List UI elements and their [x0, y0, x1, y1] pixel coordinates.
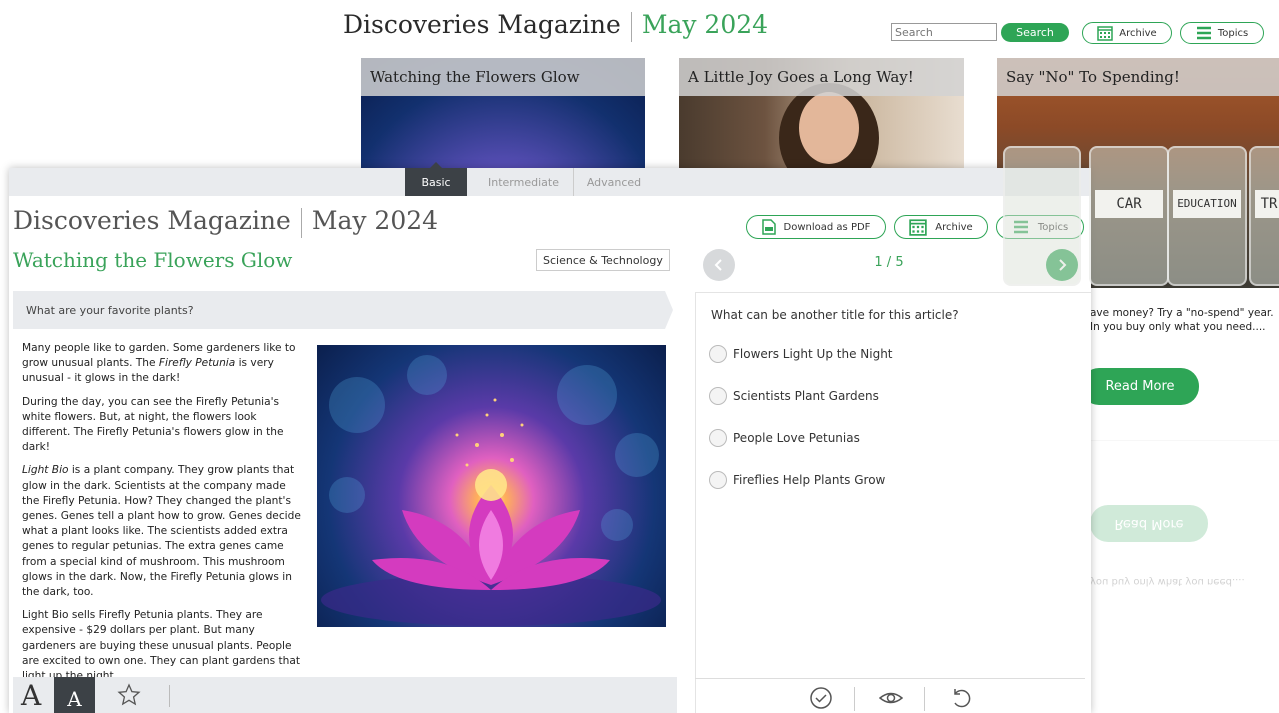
- card-title: Say "No" To Spending!: [997, 58, 1279, 96]
- archive-label: Archive: [1119, 27, 1157, 39]
- previous-question-button[interactable]: [703, 249, 735, 281]
- article-paragraph: Light Bio is a plant company. They grow …: [22, 463, 305, 600]
- article-paragraph: Light Bio sells Firefly Petunia plants. …: [22, 609, 300, 682]
- option-label: People Love Petunias: [733, 431, 860, 445]
- tab-intermediate[interactable]: Intermediate: [474, 168, 574, 196]
- eye-icon[interactable]: [879, 686, 903, 710]
- article-panel: Basic Intermediate Advanced Discoveries …: [9, 162, 1091, 713]
- reading-toolbar: A A: [13, 677, 677, 713]
- undo-icon[interactable]: [949, 686, 973, 710]
- answer-option[interactable]: People Love Petunias: [709, 429, 860, 447]
- quiz-question: What can be another title for this artic…: [711, 308, 959, 322]
- background-brand: Discoveries Magazine May 2024: [343, 10, 768, 42]
- read-more-button[interactable]: Read More: [1081, 368, 1199, 405]
- tab-basic[interactable]: Basic: [405, 162, 467, 196]
- check-circle-icon[interactable]: [809, 686, 833, 710]
- download-pdf-button[interactable]: Download as PDF: [746, 215, 886, 239]
- background-topics-button[interactable]: Topics: [1180, 22, 1264, 44]
- panel-column-divider: [695, 292, 696, 713]
- text-span: is a plant company. They grow plants tha…: [22, 464, 301, 599]
- tool-divider: [854, 687, 855, 711]
- reflection-text: you buy only what you need....: [1090, 576, 1245, 587]
- question-counter: 1 / 5: [874, 255, 904, 270]
- menu-icon: [1196, 26, 1211, 40]
- lotus-illustration: [321, 355, 661, 626]
- jar-education: EDUCATION: [1167, 146, 1247, 286]
- tab-advanced[interactable]: Advanced: [579, 168, 649, 196]
- card-summary: ave money? Try a "no-spend" year. In you…: [1090, 307, 1274, 333]
- option-label: Flowers Light Up the Night: [733, 347, 893, 361]
- search-button[interactable]: Search: [1001, 23, 1069, 42]
- topics-label: Topics: [1217, 27, 1249, 39]
- calendar-icon: [1097, 26, 1114, 41]
- pdf-icon: [761, 219, 776, 235]
- radio-button[interactable]: [709, 387, 727, 405]
- tool-divider: [924, 687, 925, 711]
- brand-divider: [630, 11, 632, 42]
- archive-button[interactable]: Archive: [894, 215, 988, 239]
- jar-label: TR: [1255, 190, 1279, 218]
- brand-divider: [300, 207, 302, 238]
- discussion-prompt: What are your favorite plants?: [13, 291, 673, 329]
- calendar-icon: [909, 219, 927, 236]
- font-size-small-button[interactable]: A: [54, 677, 95, 713]
- jar-car: CAR: [1089, 146, 1169, 286]
- quiz-divider: [695, 292, 1091, 293]
- pdf-label: Download as PDF: [783, 221, 871, 233]
- article-paragraph: Many people like to garden. Some gardene…: [22, 341, 305, 387]
- article-image-lotus: [317, 345, 666, 627]
- background-header: Discoveries Magazine May 2024 Search Arch…: [0, 0, 1279, 56]
- article-body: Many people like to garden. Some gardene…: [22, 341, 305, 692]
- panel-brand-name: Discoveries Magazine: [13, 206, 291, 235]
- category-tag[interactable]: Science & Technology: [536, 249, 670, 271]
- background-brand-name: Discoveries Magazine: [343, 10, 621, 39]
- jar-label: EDUCATION: [1173, 190, 1241, 218]
- answer-option[interactable]: Fireflies Help Plants Grow: [709, 471, 885, 489]
- font-size-large-button[interactable]: A: [21, 679, 41, 712]
- panel-brand: Discoveries Magazine May 2024: [13, 206, 438, 238]
- background-issue: May 2024: [641, 10, 769, 39]
- reflection-read-more: Read More: [1090, 505, 1208, 542]
- prompt-text: What are your favorite plants?: [26, 303, 194, 317]
- reflection: Read More you buy only what you need....: [1090, 440, 1279, 620]
- jar-label: CAR: [1095, 190, 1163, 218]
- jar-left: [1003, 146, 1081, 286]
- chevron-left-icon: [714, 259, 722, 271]
- article-title: Watching the Flowers Glow: [13, 248, 293, 272]
- radio-button[interactable]: [709, 345, 727, 363]
- level-tabs: Basic Intermediate Advanced: [9, 162, 1091, 196]
- option-label: Fireflies Help Plants Grow: [733, 473, 886, 487]
- answer-option[interactable]: Scientists Plant Gardens: [709, 387, 879, 405]
- search-input[interactable]: [891, 23, 997, 41]
- article-card-spending[interactable]: CAR EDUCATION TR Say "No" To Spending!: [997, 58, 1279, 288]
- option-label: Scientists Plant Gardens: [733, 389, 879, 403]
- emphasis: Firefly Petunia: [158, 357, 236, 370]
- card-title: Watching the Flowers Glow: [361, 58, 645, 96]
- radio-button[interactable]: [709, 471, 727, 489]
- jar-right: TR: [1249, 146, 1279, 286]
- star-icon[interactable]: [117, 683, 141, 707]
- answer-option[interactable]: Flowers Light Up the Night: [709, 345, 893, 363]
- card-title: A Little Joy Goes a Long Way!: [679, 58, 964, 96]
- quiz-footer-divider: [695, 678, 1085, 679]
- article-paragraph: During the day, you can see the Firefly …: [22, 395, 284, 454]
- toolbar-divider: [169, 685, 170, 707]
- radio-button[interactable]: [709, 429, 727, 447]
- emphasis: Light Bio: [22, 464, 69, 477]
- background-archive-button[interactable]: Archive: [1082, 22, 1172, 44]
- panel-issue: May 2024: [311, 206, 439, 235]
- archive-label: Archive: [935, 221, 973, 233]
